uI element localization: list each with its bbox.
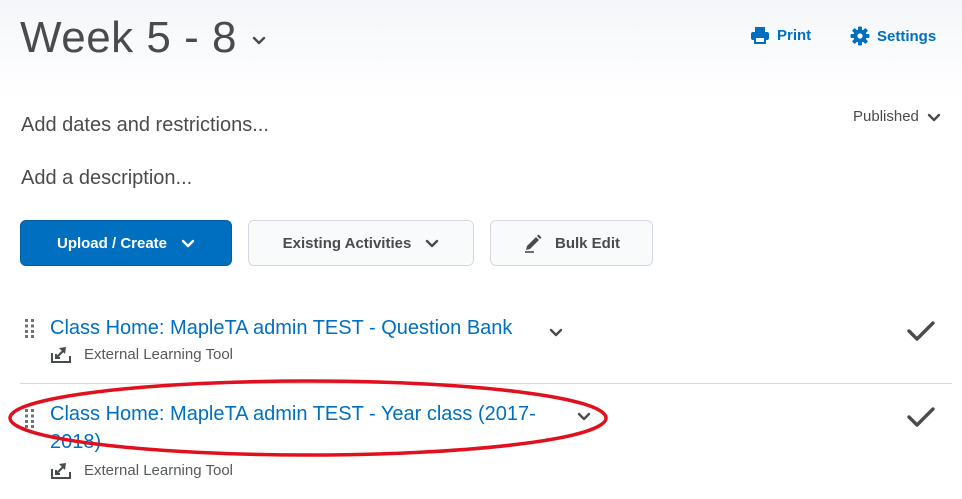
item-title-link[interactable]: Class Home: MapleTA admin TEST - Year cl…: [50, 400, 560, 456]
drag-handle-icon[interactable]: [24, 318, 36, 338]
page-title: Week 5 - 8: [20, 13, 237, 62]
checkmark-icon[interactable]: [906, 320, 936, 342]
external-tool-icon: [51, 463, 71, 479]
print-button[interactable]: Print: [750, 26, 811, 44]
chevron-down-icon: [181, 239, 195, 248]
chevron-down-icon[interactable]: [548, 324, 564, 340]
chevron-down-icon[interactable]: [576, 408, 592, 424]
existing-activities-label: Existing Activities: [282, 234, 412, 252]
chevron-down-icon: [927, 113, 941, 121]
add-dates-restrictions-link[interactable]: Add dates and restrictions...: [21, 114, 269, 137]
settings-label: Settings: [877, 27, 937, 45]
external-tool-icon: [51, 347, 71, 363]
item-type-label: External Learning Tool: [84, 461, 233, 479]
pencil-icon: [524, 234, 542, 253]
print-label: Print: [777, 26, 812, 44]
item-type: External Learning Tool: [50, 344, 233, 364]
print-icon: [751, 27, 769, 44]
published-label: Published: [853, 108, 919, 125]
upload-create-button[interactable]: Upload / Create: [20, 220, 232, 266]
item-type-label: External Learning Tool: [84, 345, 233, 363]
page-title-area: Week 5 - 8: [20, 12, 267, 64]
list-item: Class Home: MapleTA admin TEST - Questio…: [0, 300, 962, 384]
checkmark-icon[interactable]: [906, 406, 936, 428]
existing-activities-button[interactable]: Existing Activities: [248, 220, 474, 266]
upload-create-label: Upload / Create: [56, 234, 168, 252]
chevron-down-icon[interactable]: [251, 32, 267, 48]
gear-icon: [850, 26, 870, 46]
bulk-edit-button[interactable]: Bulk Edit: [490, 220, 653, 266]
add-description-field[interactable]: Add a description...: [21, 167, 192, 190]
bulk-edit-label: Bulk Edit: [554, 234, 620, 252]
chevron-down-icon: [426, 239, 439, 248]
published-status-dropdown[interactable]: Published: [853, 108, 941, 125]
drag-handle-icon[interactable]: [24, 408, 36, 428]
item-type: External Learning Tool: [50, 460, 233, 480]
settings-button[interactable]: Settings: [850, 26, 936, 46]
item-title-link[interactable]: Class Home: MapleTA admin TEST - Questio…: [50, 314, 540, 342]
list-item: Class Home: MapleTA admin TEST - Year cl…: [0, 384, 962, 499]
